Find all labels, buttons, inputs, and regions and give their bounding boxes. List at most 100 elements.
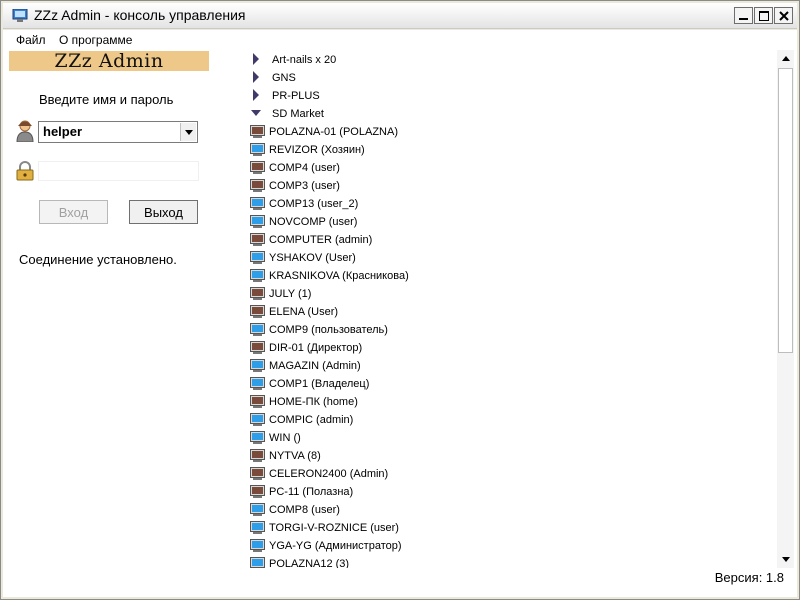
collapsed-triangle-icon[interactable]	[250, 71, 262, 83]
computer-online-icon	[250, 557, 265, 568]
computer-online-icon	[250, 269, 265, 282]
tree-computer-row[interactable]: NOVCOMP (user)	[247, 213, 777, 231]
computer-online-icon	[250, 251, 265, 264]
scroll-up-button[interactable]	[777, 50, 794, 67]
tree-computer-label: COMPIC (admin)	[269, 414, 354, 426]
tree-computer-row[interactable]: PC-11 (Полазна)	[247, 483, 777, 501]
username-combobox[interactable]: helper	[38, 121, 198, 143]
computer-offline-icon	[250, 233, 265, 246]
tree-computer-row[interactable]: POLAZNA-01 (POLAZNA)	[247, 123, 777, 141]
close-button[interactable]	[774, 7, 793, 24]
tree-computer-row[interactable]: COMP3 (user)	[247, 177, 777, 195]
computer-offline-icon	[250, 305, 265, 318]
computer-online-icon	[250, 323, 265, 336]
tree-computer-label: YGA-YG (Администратор)	[269, 540, 402, 552]
tree-computer-label: POLAZNA12 (3)	[269, 558, 350, 568]
tree-computer-row[interactable]: DIR-01 (Директор)	[247, 339, 777, 357]
tree-computer-row[interactable]: COMP9 (пользователь)	[247, 321, 777, 339]
lock-icon	[16, 161, 34, 181]
user-icon	[16, 120, 34, 142]
tree-computer-label: COMP1 (Владелец)	[269, 378, 370, 390]
maximize-button[interactable]	[754, 7, 773, 24]
computer-online-icon	[250, 359, 265, 372]
tree-computer-label: JULY (1)	[269, 288, 312, 300]
tree-computer-row[interactable]: JULY (1)	[247, 285, 777, 303]
maximize-icon	[758, 10, 769, 21]
menu-about[interactable]: О программе	[59, 33, 132, 47]
arrow-down-icon	[781, 557, 790, 562]
collapsed-triangle-icon[interactable]	[250, 89, 262, 101]
tree-computer-label: MAGAZIN (Admin)	[269, 360, 361, 372]
password-field[interactable]	[38, 161, 199, 181]
tree-computer-row[interactable]: NYTVA (8)	[247, 447, 777, 465]
computer-offline-icon	[250, 449, 265, 462]
chevron-down-icon	[184, 129, 193, 135]
connection-status: Соединение установлено.	[19, 252, 177, 267]
tree-computer-label: COMP8 (user)	[269, 504, 340, 516]
tree-computer-label: COMP4 (user)	[269, 162, 340, 174]
tree-computer-row[interactable]: ELENA (User)	[247, 303, 777, 321]
tree-computer-label: KRASNIKOVA (Красникова)	[269, 270, 409, 282]
tree-computer-row[interactable]: KRASNIKOVA (Красникова)	[247, 267, 777, 285]
tree-group-row[interactable]: GNS	[247, 69, 777, 87]
tree-computer-row[interactable]: YSHAKOV (User)	[247, 249, 777, 267]
tree-computer-label: WIN ()	[269, 432, 301, 444]
computer-offline-icon	[250, 485, 265, 498]
tree-computer-row[interactable]: WIN ()	[247, 429, 777, 447]
scroll-thumb[interactable]	[778, 68, 793, 353]
tree-group-label: GNS	[272, 72, 296, 84]
title-bar[interactable]: ZZz Admin - консоль управления	[3, 3, 797, 29]
tree-computer-row[interactable]: YGA-YG (Администратор)	[247, 537, 777, 555]
tree-computer-row[interactable]: POLAZNA12 (3)	[247, 555, 777, 568]
tree-computer-row[interactable]: REVIZOR (Хозяин)	[247, 141, 777, 159]
tree-computer-row[interactable]: COMP8 (user)	[247, 501, 777, 519]
tree-computer-label: HOME-ПК (home)	[269, 396, 358, 408]
computer-offline-icon	[250, 467, 265, 480]
exit-button[interactable]: Выход	[129, 200, 198, 224]
computer-offline-icon	[250, 395, 265, 408]
dropdown-arrow-button[interactable]	[180, 123, 196, 141]
login-prompt: Введите имя и пароль	[39, 92, 174, 107]
tree-computer-row[interactable]: COMPIC (admin)	[247, 411, 777, 429]
app-window: ZZz Admin - консоль управления Файл О пр…	[0, 0, 800, 600]
app-icon	[12, 9, 28, 22]
tree-computer-row[interactable]: CELERON2400 (Admin)	[247, 465, 777, 483]
collapsed-triangle-icon[interactable]	[250, 53, 262, 65]
computer-online-icon	[250, 539, 265, 552]
tree-group-row[interactable]: Art-nails x 20	[247, 51, 777, 69]
minimize-icon	[739, 18, 748, 20]
computer-online-icon	[250, 197, 265, 210]
tree-computer-label: COMP3 (user)	[269, 180, 340, 192]
tree-computer-row[interactable]: COMPUTER (admin)	[247, 231, 777, 249]
menu-file[interactable]: Файл	[16, 33, 46, 47]
tree-group-row[interactable]: PR-PLUS	[247, 87, 777, 105]
computer-tree[interactable]: Art-nails x 20 GNS PR-PLUS SD Market POLAZNA…	[247, 50, 777, 568]
computer-offline-icon	[250, 179, 265, 192]
vertical-scrollbar[interactable]	[777, 50, 794, 568]
tree-group-label: SD Market	[272, 108, 324, 120]
tree-computer-row[interactable]: COMP4 (user)	[247, 159, 777, 177]
scroll-down-button[interactable]	[777, 551, 794, 568]
version-label: Версия: 1.8	[714, 570, 784, 585]
window-title: ZZz Admin - консоль управления	[34, 7, 246, 23]
tree-group-label: PR-PLUS	[272, 90, 320, 102]
tree-computer-row[interactable]: HOME-ПК (home)	[247, 393, 777, 411]
tree-computer-row[interactable]: TORGI-V-ROZNICE (user)	[247, 519, 777, 537]
arrow-up-icon	[781, 56, 790, 61]
tree-computer-label: COMPUTER (admin)	[269, 234, 373, 246]
computer-online-icon	[250, 521, 265, 534]
minimize-button[interactable]	[734, 7, 753, 24]
tree-computer-row[interactable]: COMP1 (Владелец)	[247, 375, 777, 393]
tree-group-row[interactable]: SD Market	[247, 105, 777, 123]
computer-offline-icon	[250, 125, 265, 138]
tree-computer-label: CELERON2400 (Admin)	[269, 468, 389, 480]
tree-computer-label: COMP13 (user_2)	[269, 198, 359, 210]
tree-computer-label: TORGI-V-ROZNICE (user)	[269, 522, 399, 534]
computer-online-icon	[250, 503, 265, 516]
tree-computer-row[interactable]: COMP13 (user_2)	[247, 195, 777, 213]
tree-computer-row[interactable]: MAGAZIN (Admin)	[247, 357, 777, 375]
login-button[interactable]: Вход	[39, 200, 108, 224]
expanded-triangle-icon[interactable]	[250, 107, 262, 119]
app-logo: ZZz Admin	[9, 50, 209, 72]
tree-computer-label: DIR-01 (Директор)	[269, 342, 363, 354]
